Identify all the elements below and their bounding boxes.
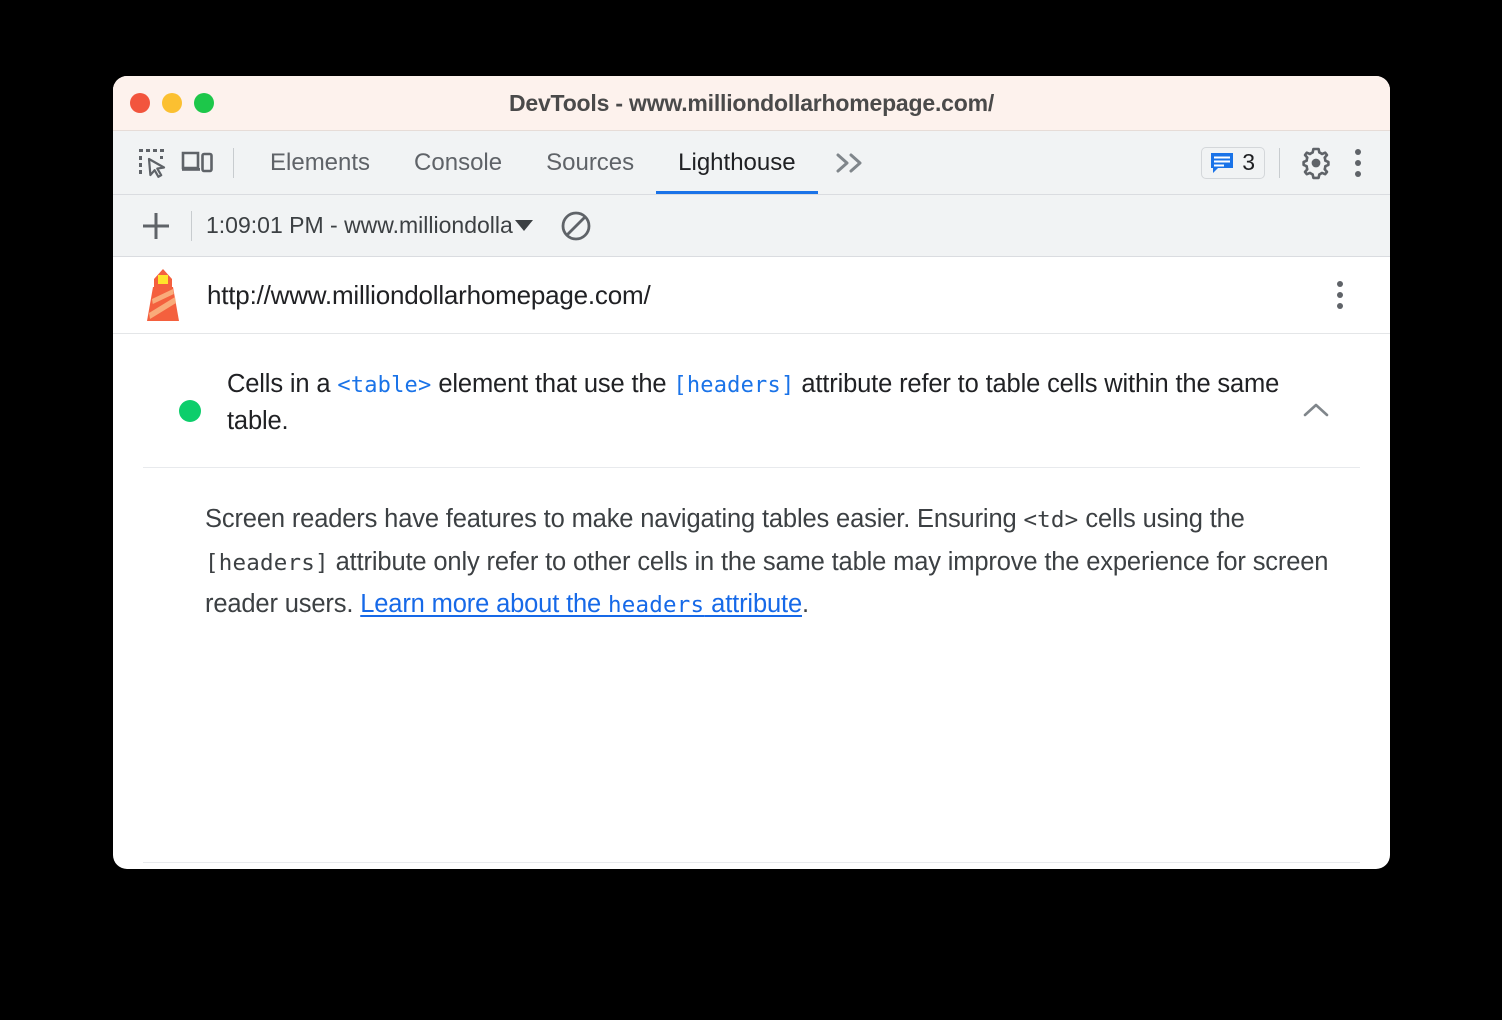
- audit-title: Cells in a <table> element that use the …: [227, 366, 1282, 439]
- devtools-window: DevTools - www.milliondollarhomepage.com…: [113, 76, 1390, 869]
- report-url: http://www.milliondollarhomepage.com/: [207, 279, 651, 310]
- chevron-up-icon[interactable]: [1294, 388, 1338, 432]
- audit-header-row[interactable]: Cells in a <table> element that use the …: [113, 334, 1390, 467]
- report-header: http://www.milliondollarhomepage.com/: [113, 257, 1390, 334]
- screenshot-stage: DevTools - www.milliondollarhomepage.com…: [0, 0, 1502, 1020]
- desc-period: .: [801, 590, 809, 619]
- audit-title-text-1: Cells in a: [227, 370, 338, 398]
- toolbar-divider: [233, 147, 234, 178]
- desc-code-headers: [headers]: [205, 549, 329, 576]
- tab-elements[interactable]: Elements: [248, 131, 392, 194]
- learn-more-link-text-after: attribute: [704, 590, 802, 619]
- audit-bottom-divider: [143, 862, 1360, 863]
- devtools-more-options-icon[interactable]: [1338, 143, 1378, 183]
- audit-section: Cells in a <table> element that use the …: [113, 334, 1390, 863]
- traffic-light-group: [130, 93, 214, 113]
- audit-pass-indicator: [179, 400, 201, 422]
- console-messages-count: 3: [1242, 149, 1255, 175]
- audit-description: Screen readers have features to make nav…: [113, 468, 1390, 651]
- desc-code-td: <td>: [1023, 507, 1079, 534]
- tabstrip-actions: 3: [1201, 141, 1390, 185]
- new-report-icon[interactable]: [135, 205, 177, 247]
- more-tabs-icon[interactable]: [818, 151, 884, 175]
- runbar-divider: [191, 210, 192, 241]
- actions-divider: [1279, 147, 1280, 178]
- lighthouse-icon: [139, 267, 187, 323]
- gear-icon[interactable]: [1294, 141, 1338, 185]
- maximize-window-button[interactable]: [194, 93, 214, 113]
- desc-text-2: cells using the: [1078, 505, 1245, 534]
- audit-title-code-headers: [headers]: [673, 373, 795, 398]
- console-messages-badge[interactable]: 3: [1201, 146, 1265, 179]
- lighthouse-runbar: 1:09:01 PM - www.milliondolla: [113, 195, 1390, 257]
- desc-text-1: Screen readers have features to make nav…: [205, 505, 1024, 534]
- report-selector-label: 1:09:01 PM - www.milliondolla: [206, 212, 513, 238]
- learn-more-link-text-before: Learn more about the: [360, 590, 609, 619]
- clear-reports-icon[interactable]: [553, 203, 599, 249]
- close-window-button[interactable]: [130, 93, 150, 113]
- learn-more-link[interactable]: Learn more about the headers attribute: [360, 590, 802, 618]
- chevron-down-icon: [514, 220, 533, 231]
- report-selector[interactable]: 1:09:01 PM - www.milliondolla: [206, 212, 533, 239]
- tab-lighthouse[interactable]: Lighthouse: [656, 131, 819, 194]
- message-bubble-icon: [1211, 152, 1234, 173]
- audit-title-text-2: element that use the: [431, 370, 674, 398]
- panel-tabs: Elements Console Sources Lighthouse: [248, 131, 819, 194]
- devtools-tabstrip: Elements Console Sources Lighthouse 3: [113, 131, 1390, 195]
- device-toolbar-icon[interactable]: [175, 141, 219, 185]
- window-titlebar: DevTools - www.milliondollarhomepage.com…: [113, 76, 1390, 131]
- window-title: DevTools - www.milliondollarhomepage.com…: [508, 89, 995, 116]
- inspect-element-icon[interactable]: [131, 141, 175, 185]
- tab-sources[interactable]: Sources: [524, 131, 656, 194]
- report-options-icon[interactable]: [1320, 275, 1360, 315]
- tab-console[interactable]: Console: [392, 131, 524, 194]
- audit-title-code-table: <table>: [337, 373, 432, 398]
- learn-more-link-code: headers: [608, 592, 705, 619]
- minimize-window-button[interactable]: [162, 93, 182, 113]
